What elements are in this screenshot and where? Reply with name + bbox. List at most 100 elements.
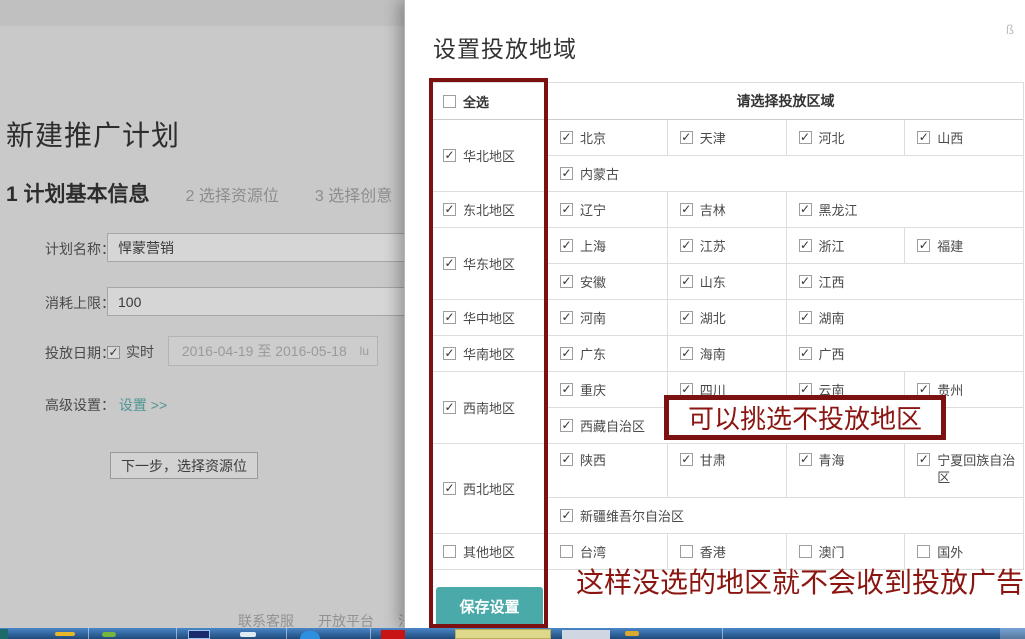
province-checkbox[interactable] xyxy=(560,311,573,324)
region-group-cell[interactable]: 华中地区 xyxy=(431,300,548,335)
province-cell[interactable]: 安徽 xyxy=(548,264,667,299)
region-group-checkbox[interactable] xyxy=(443,203,456,216)
province-checkbox[interactable] xyxy=(799,203,812,216)
budget-input[interactable] xyxy=(107,287,437,316)
province-checkbox[interactable] xyxy=(680,311,693,324)
province-checkbox[interactable] xyxy=(680,239,693,252)
next-step-button[interactable]: 下一步，选择资源位 xyxy=(110,452,258,479)
region-group-checkbox[interactable] xyxy=(443,347,456,360)
province-checkbox[interactable] xyxy=(680,347,693,360)
region-group-cell[interactable]: 其他地区 xyxy=(431,534,548,569)
province-cell[interactable]: 辽宁 xyxy=(548,192,667,227)
province-checkbox[interactable] xyxy=(917,239,930,252)
windows-taskbar[interactable] xyxy=(0,628,1025,639)
province-checkbox[interactable] xyxy=(560,419,573,432)
taskbar-tray-area[interactable] xyxy=(1000,628,1025,639)
province-cell[interactable]: 宁夏回族自治区 xyxy=(904,444,1023,497)
taskbar-app-icon[interactable] xyxy=(102,632,116,637)
region-group-cell[interactable]: 华东地区 xyxy=(431,228,548,299)
taskbar-app-icon[interactable] xyxy=(562,630,610,639)
taskbar-active-app[interactable] xyxy=(455,629,551,639)
province-cell[interactable]: 河南 xyxy=(548,300,667,335)
province-cell[interactable]: 山西 xyxy=(904,120,1023,155)
region-group-checkbox[interactable] xyxy=(443,311,456,324)
region-group-cell[interactable]: 东北地区 xyxy=(431,192,548,227)
province-cell[interactable]: 内蒙古 xyxy=(548,156,1023,191)
province-cell[interactable]: 江西 xyxy=(786,264,1024,299)
province-cell[interactable]: 吉林 xyxy=(667,192,786,227)
region-group-cell[interactable]: 华南地区 xyxy=(431,336,548,371)
province-checkbox[interactable] xyxy=(917,545,930,558)
province-checkbox[interactable] xyxy=(680,131,693,144)
province-checkbox[interactable] xyxy=(560,453,573,466)
province-cell[interactable]: 山东 xyxy=(667,264,786,299)
taskbar-app-icon[interactable] xyxy=(188,630,210,639)
province-label: 广西 xyxy=(819,344,845,363)
province-cell[interactable]: 广西 xyxy=(786,336,1024,371)
region-group-checkbox[interactable] xyxy=(443,482,456,495)
province-checkbox[interactable] xyxy=(799,275,812,288)
province-cell[interactable]: 河北 xyxy=(786,120,905,155)
province-cell[interactable]: 广东 xyxy=(548,336,667,371)
province-checkbox[interactable] xyxy=(799,311,812,324)
province-checkbox[interactable] xyxy=(799,453,812,466)
region-group-cell[interactable]: 西北地区 xyxy=(431,444,548,533)
province-cell[interactable]: 上海 xyxy=(548,228,667,263)
province-checkbox[interactable] xyxy=(560,347,573,360)
plan-name-input[interactable] xyxy=(107,233,437,262)
province-checkbox[interactable] xyxy=(560,131,573,144)
province-checkbox[interactable] xyxy=(560,203,573,216)
taskbar-app-icon[interactable] xyxy=(625,631,639,636)
taskbar-app-icon[interactable] xyxy=(381,630,405,639)
province-label: 山东 xyxy=(700,272,726,291)
province-cell[interactable]: 新疆维吾尔自治区 xyxy=(548,498,1023,533)
province-cell[interactable]: 福建 xyxy=(904,228,1023,263)
taskbar-app-icon[interactable] xyxy=(55,632,75,636)
province-checkbox[interactable] xyxy=(680,203,693,216)
region-group-checkbox[interactable] xyxy=(443,401,456,414)
province-checkbox[interactable] xyxy=(799,545,812,558)
province-checkbox[interactable] xyxy=(560,239,573,252)
province-checkbox[interactable] xyxy=(560,545,573,558)
province-checkbox[interactable] xyxy=(799,347,812,360)
save-settings-button[interactable]: 保存设置 xyxy=(436,587,543,626)
region-group-cell[interactable]: 华北地区 xyxy=(431,120,548,191)
province-checkbox[interactable] xyxy=(917,453,930,466)
province-checkbox[interactable] xyxy=(680,275,693,288)
province-checkbox[interactable] xyxy=(560,275,573,288)
province-checkbox[interactable] xyxy=(560,383,573,396)
province-label: 新疆维吾尔自治区 xyxy=(580,506,684,525)
province-checkbox[interactable] xyxy=(560,509,573,522)
province-cell[interactable]: 陕西 xyxy=(548,444,667,497)
region-group-checkbox[interactable] xyxy=(443,545,456,558)
province-cell[interactable]: 江苏 xyxy=(667,228,786,263)
advanced-settings-link[interactable]: 设置 >> xyxy=(119,397,167,413)
province-cell[interactable]: 北京 xyxy=(548,120,667,155)
province-checkbox[interactable] xyxy=(799,239,812,252)
region-group-checkbox[interactable] xyxy=(443,257,456,270)
province-checkbox[interactable] xyxy=(799,131,812,144)
province-cell[interactable]: 天津 xyxy=(667,120,786,155)
region-group-cell[interactable]: 西南地区 xyxy=(431,372,548,443)
select-all-cell[interactable]: 全选 xyxy=(431,83,548,119)
province-cell[interactable]: 甘肃 xyxy=(667,444,786,497)
date-range-input[interactable]: 2016-04-19 至 2016-05-18 lu xyxy=(168,336,378,366)
province-cell[interactable]: 湖南 xyxy=(786,300,1024,335)
select-all-checkbox[interactable] xyxy=(443,95,456,108)
taskbar-start-edge[interactable] xyxy=(0,629,8,639)
province-cell[interactable]: 重庆 xyxy=(548,372,667,407)
province-cell[interactable]: 青海 xyxy=(786,444,905,497)
province-checkbox[interactable] xyxy=(680,453,693,466)
province-checkbox[interactable] xyxy=(560,167,573,180)
province-checkbox[interactable] xyxy=(917,131,930,144)
province-cell[interactable]: 黑龙江 xyxy=(786,192,1024,227)
province-cell[interactable]: 海南 xyxy=(667,336,786,371)
realtime-checkbox[interactable] xyxy=(107,346,120,359)
taskbar-app-icon[interactable] xyxy=(240,632,256,637)
region-group-checkbox[interactable] xyxy=(443,149,456,162)
province-checkbox[interactable] xyxy=(680,545,693,558)
province-label: 澳门 xyxy=(819,542,845,561)
province-cell[interactable]: 湖北 xyxy=(667,300,786,335)
province-cell[interactable]: 浙江 xyxy=(786,228,905,263)
taskbar-app-icon[interactable] xyxy=(300,631,320,639)
